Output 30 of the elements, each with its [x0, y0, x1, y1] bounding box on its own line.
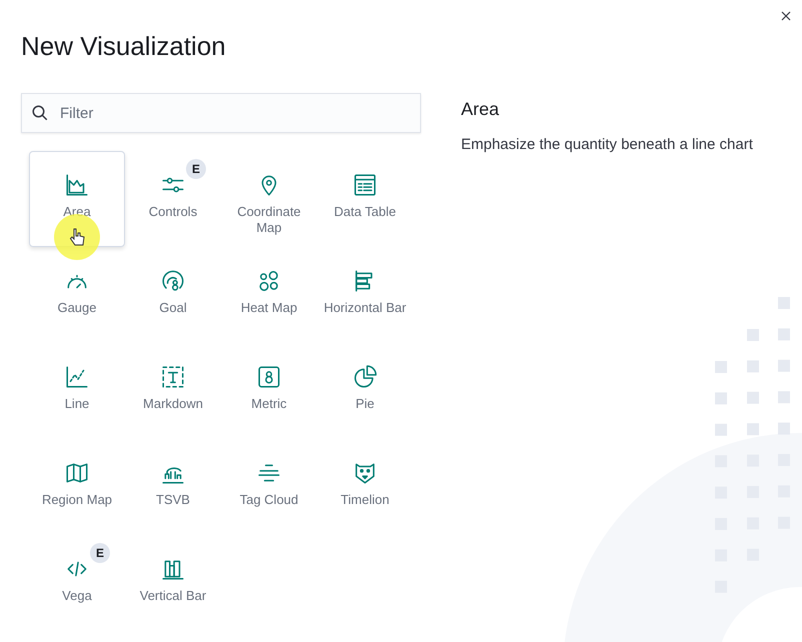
visualization-type-card[interactable]: Tag Cloud — [238, 460, 300, 508]
description-text: Emphasize the quantity beneath a line chart — [461, 135, 754, 155]
visualization-type-card[interactable]: Goal — [157, 268, 189, 316]
visualization-type-card[interactable]: Markdown — [141, 364, 205, 412]
experimental-badge: E — [90, 543, 110, 563]
visualization-type-card[interactable]: Region Map — [40, 460, 114, 508]
visualization-type-card[interactable]: Heat Map — [238, 268, 300, 316]
visualization-type-card[interactable]: Timelion — [338, 460, 392, 508]
experimental-badge: E — [186, 159, 206, 179]
table-icon — [352, 172, 378, 198]
pie-chart-icon — [352, 364, 378, 390]
visualization-type-card[interactable]: Metric — [249, 364, 289, 412]
metric-icon — [256, 364, 282, 390]
dialog-title: New Visualization — [21, 30, 226, 62]
area-chart-icon — [64, 172, 90, 198]
description-title: Area — [461, 98, 500, 121]
search-icon — [31, 104, 49, 122]
visualization-type-card[interactable]: Gauge — [55, 268, 99, 316]
visualization-type-card[interactable]: Vertical Bar — [138, 556, 208, 604]
hand-pointer-icon — [69, 227, 85, 247]
visualization-type-card[interactable]: Horizontal Bar — [322, 268, 408, 316]
filter-field[interactable]: Filter — [21, 93, 421, 133]
line-chart-icon — [64, 364, 90, 390]
visualization-type-card[interactable]: Coordinate Map — [221, 172, 317, 236]
visualization-type-card[interactable]: Pie — [350, 364, 380, 412]
text-frame-icon — [160, 364, 186, 390]
visualization-type-card[interactable]: Line — [62, 364, 92, 412]
close-icon — [780, 10, 792, 22]
visualization-type-card[interactable]: TSVB — [154, 460, 192, 508]
visualization-type-card[interactable]: Data Table — [332, 172, 398, 220]
